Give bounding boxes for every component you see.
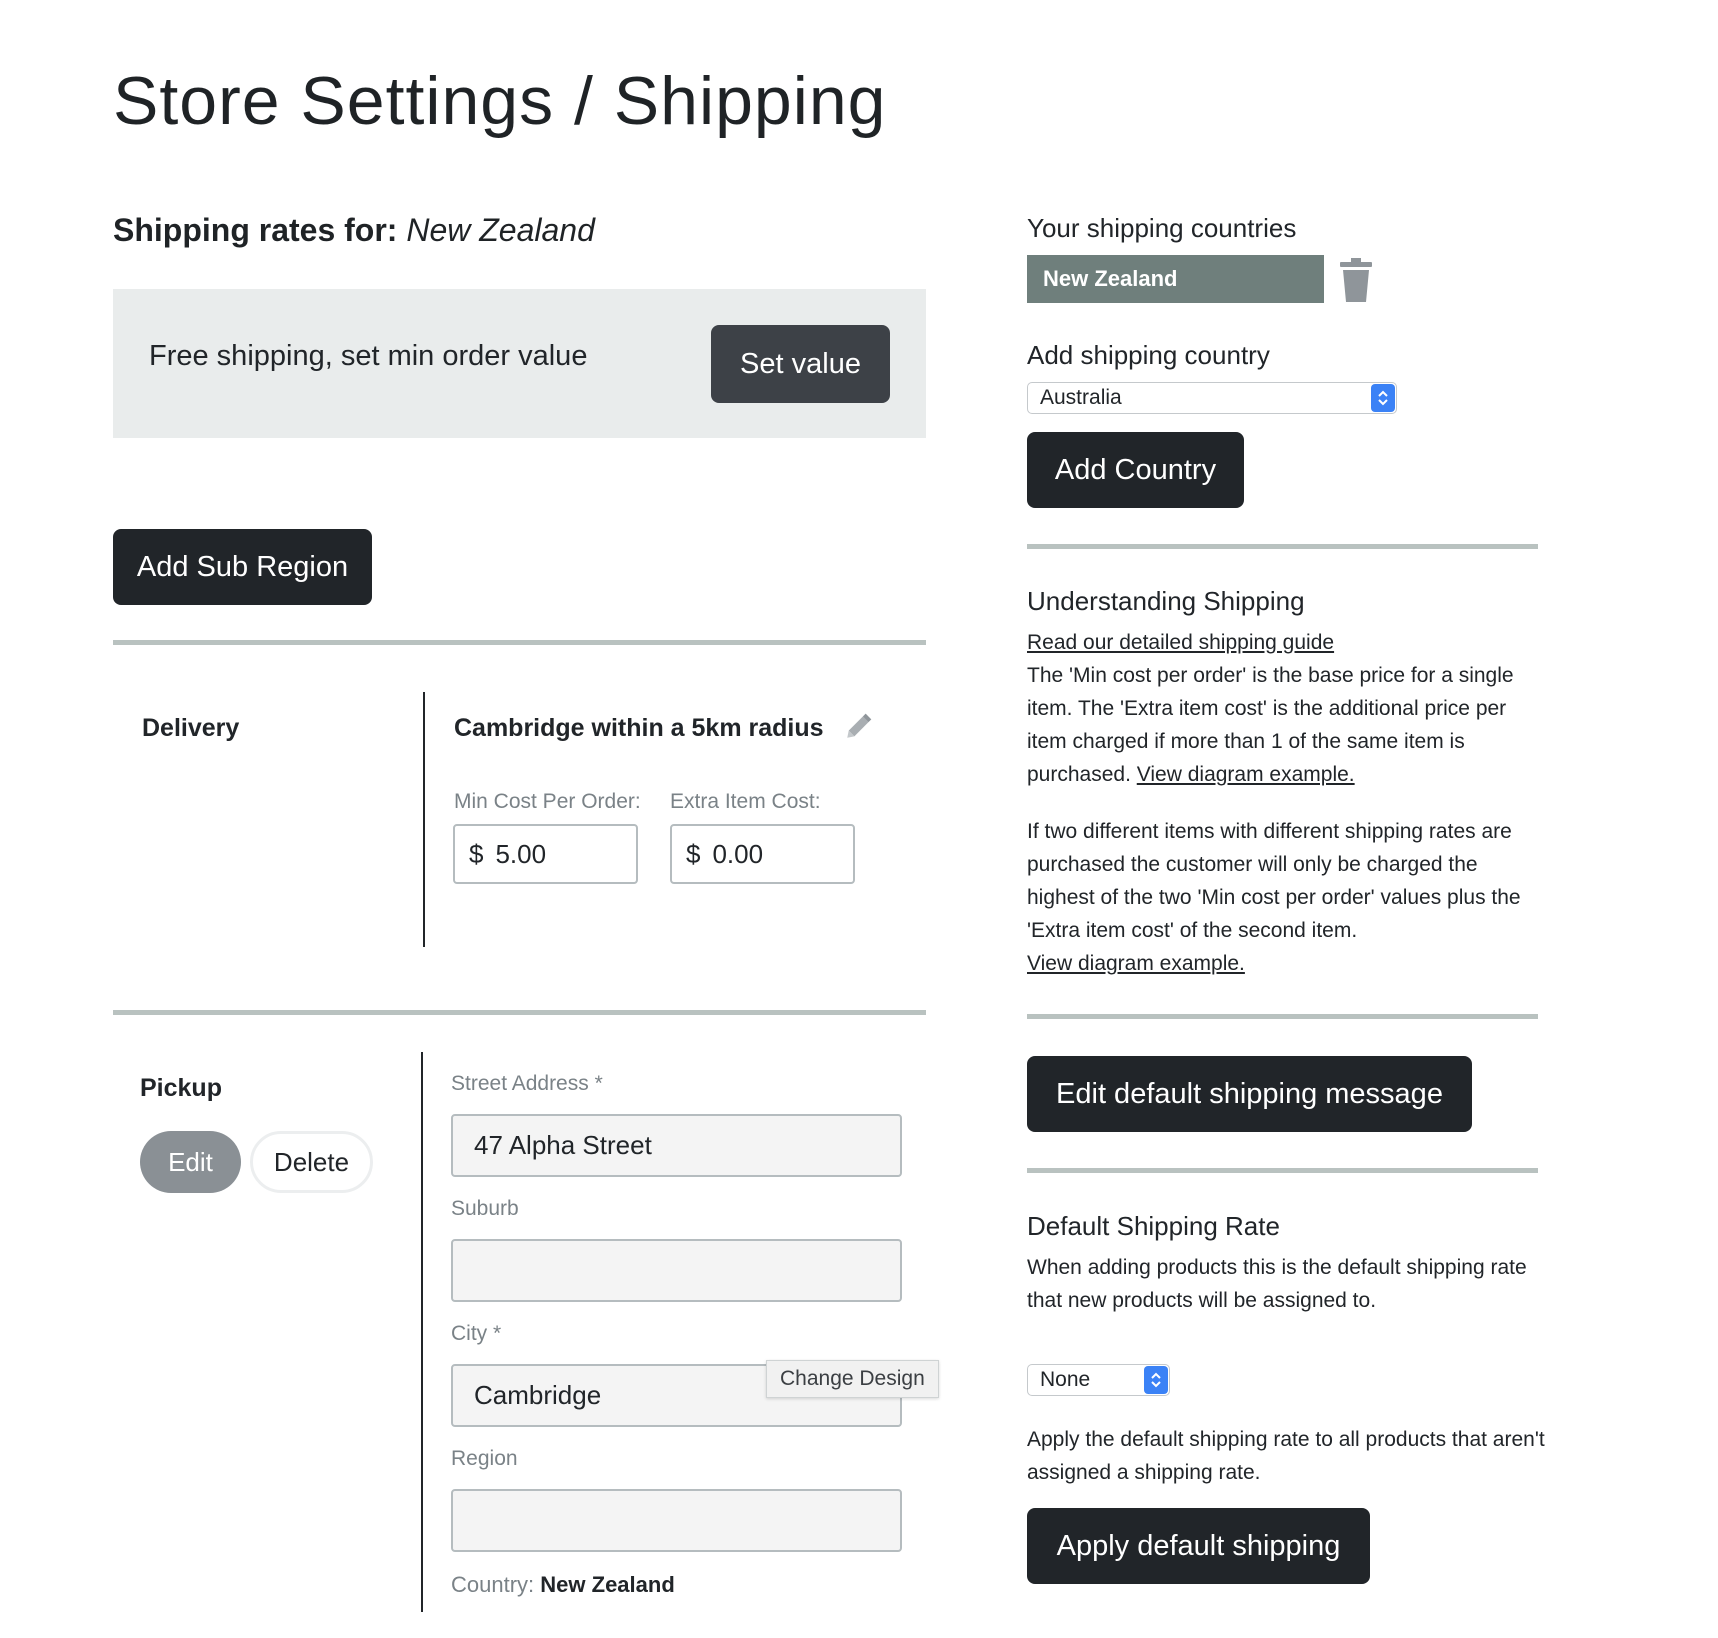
free-shipping-text: Free shipping, set min order value <box>149 340 588 372</box>
country-value: New Zealand <box>540 1572 675 1597</box>
currency-symbol: $ <box>469 838 484 869</box>
country-select[interactable]: Australia <box>1027 382 1397 414</box>
section-separator <box>423 692 425 947</box>
extra-cost-field[interactable]: $ <box>670 824 855 884</box>
divider <box>1027 1168 1538 1173</box>
suburb-input[interactable] <box>451 1239 902 1302</box>
divider <box>113 1010 926 1015</box>
understanding-shipping-heading: Understanding Shipping <box>1027 586 1305 616</box>
default-rate-select[interactable]: None <box>1027 1364 1170 1396</box>
add-shipping-country-heading: Add shipping country <box>1027 340 1270 370</box>
street-address-label: Street Address * <box>451 1072 603 1095</box>
free-shipping-panel: Free shipping, set min order value Set v… <box>113 289 926 438</box>
apply-default-description: Apply the default shipping rate to all p… <box>1027 1428 1545 1484</box>
trash-icon[interactable] <box>1338 257 1374 303</box>
city-label: City * <box>451 1322 502 1345</box>
pickup-label: Pickup <box>140 1074 222 1102</box>
shipping-countries-heading: Your shipping countries <box>1027 213 1297 243</box>
multiple-items-explanation: If two different items with different sh… <box>1027 820 1521 942</box>
rates-heading-country: New Zealand <box>406 212 595 248</box>
country-label: Country: <box>451 1572 535 1597</box>
delete-pickup-button[interactable]: Delete <box>250 1131 373 1193</box>
rates-heading-prefix: Shipping rates for: <box>113 212 398 248</box>
delivery-label: Delivery <box>142 714 240 742</box>
default-rate-select-value: None <box>1040 1368 1091 1391</box>
multiple-items-text: If two different items with different sh… <box>1027 815 1537 980</box>
pencil-icon[interactable] <box>845 710 875 740</box>
diagram-example-link-2[interactable]: View diagram example. <box>1027 952 1245 975</box>
diagram-example-link-1[interactable]: View diagram example. <box>1137 763 1355 786</box>
extra-cost-label: Extra Item Cost: <box>670 790 821 813</box>
page-title: Store Settings / Shipping <box>113 63 887 139</box>
region-label: Region <box>451 1447 518 1470</box>
chevron-up-down-icon <box>1371 384 1395 412</box>
min-cost-input[interactable] <box>495 838 606 870</box>
edit-default-shipping-message-button[interactable]: Edit default shipping message <box>1027 1056 1472 1132</box>
divider <box>113 640 926 645</box>
suburb-label: Suburb <box>451 1197 519 1220</box>
default-shipping-rate-heading: Default Shipping Rate <box>1027 1211 1280 1241</box>
section-separator <box>421 1052 423 1612</box>
currency-symbol: $ <box>686 838 701 869</box>
min-cost-field[interactable]: $ <box>453 824 638 884</box>
country-select-value: Australia <box>1040 386 1122 409</box>
shipping-rates-heading: Shipping rates for: New Zealand <box>113 212 595 249</box>
shipping-country-item[interactable]: New Zealand <box>1027 255 1324 303</box>
region-input[interactable] <box>451 1489 902 1552</box>
shipping-guide-link[interactable]: Read our detailed shipping guide <box>1027 631 1334 654</box>
understanding-shipping-text: Read our detailed shipping guide The 'Mi… <box>1027 626 1537 791</box>
add-country-button[interactable]: Add Country <box>1027 432 1244 508</box>
set-value-button[interactable]: Set value <box>711 325 890 403</box>
divider <box>1027 544 1538 549</box>
street-address-input[interactable] <box>451 1114 902 1177</box>
min-cost-label: Min Cost Per Order: <box>454 790 641 813</box>
divider <box>1027 1014 1538 1019</box>
add-sub-region-button[interactable]: Add Sub Region <box>113 529 372 605</box>
pickup-country: Country: New Zealand <box>451 1572 675 1598</box>
change-design-tooltip[interactable]: Change Design <box>766 1360 939 1398</box>
apply-default-shipping-button[interactable]: Apply default shipping <box>1027 1508 1370 1584</box>
default-rate-description: When adding products this is the default… <box>1027 1256 1527 1312</box>
extra-cost-input[interactable] <box>712 838 823 870</box>
region-name: Cambridge within a 5km radius <box>454 714 824 742</box>
edit-pickup-button[interactable]: Edit <box>140 1131 241 1193</box>
chevron-up-down-icon <box>1144 1366 1168 1394</box>
